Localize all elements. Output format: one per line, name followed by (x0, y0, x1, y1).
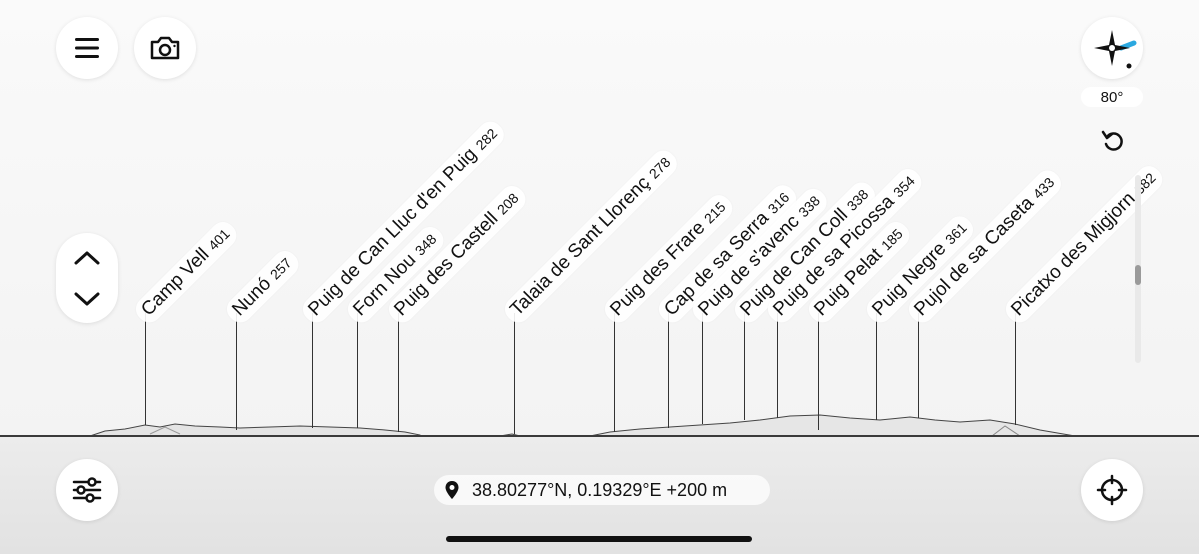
zoom-scrollbar-thumb[interactable] (1135, 265, 1141, 285)
locate-button[interactable] (1081, 459, 1143, 521)
peak-marker-line (236, 313, 237, 430)
chevron-down-icon (74, 292, 100, 305)
tilt-up-button[interactable] (56, 235, 118, 280)
terrain-silhouette (89, 414, 1076, 437)
location-text: 38.80277°N, 0.19329°E +200 m (472, 479, 728, 500)
peak-marker-line (744, 313, 745, 420)
peak-marker-line (398, 313, 399, 432)
compass-button[interactable] (1081, 17, 1143, 79)
peak-marker-line (918, 313, 919, 418)
peak-marker-line (614, 313, 615, 432)
location-readout[interactable]: 38.80277°N, 0.19329°E +200 m (434, 475, 770, 505)
home-indicator[interactable] (446, 536, 752, 542)
camera-button[interactable] (134, 17, 196, 79)
tilt-down-button[interactable] (56, 276, 118, 321)
peak-marker-line (514, 313, 515, 434)
heading-readout: 80° (1081, 87, 1143, 107)
settings-button[interactable] (56, 459, 118, 521)
peak-marker-line (1015, 313, 1016, 425)
peak-marker-line (818, 313, 819, 430)
menu-button[interactable] (56, 17, 118, 79)
tilt-control (56, 233, 118, 323)
peak-marker-line (702, 313, 703, 424)
peak-marker-line (145, 313, 146, 425)
sliders-icon (72, 477, 102, 503)
horizon-line (0, 435, 1199, 437)
peak-marker-line (357, 313, 358, 428)
reset-orientation-button[interactable] (1100, 128, 1126, 154)
crosshair-icon (1096, 474, 1128, 506)
chevron-up-icon (74, 251, 100, 264)
peak-marker-line (312, 313, 313, 428)
hamburger-menu-icon (75, 38, 99, 58)
peak-marker-line (876, 313, 877, 420)
camera-icon (150, 36, 180, 60)
peak-marker-line (668, 313, 669, 428)
peak-marker-line (777, 313, 778, 418)
location-pin-icon (445, 481, 459, 499)
rotate-ccw-icon (1101, 130, 1123, 151)
compass-star-icon (1094, 30, 1137, 69)
